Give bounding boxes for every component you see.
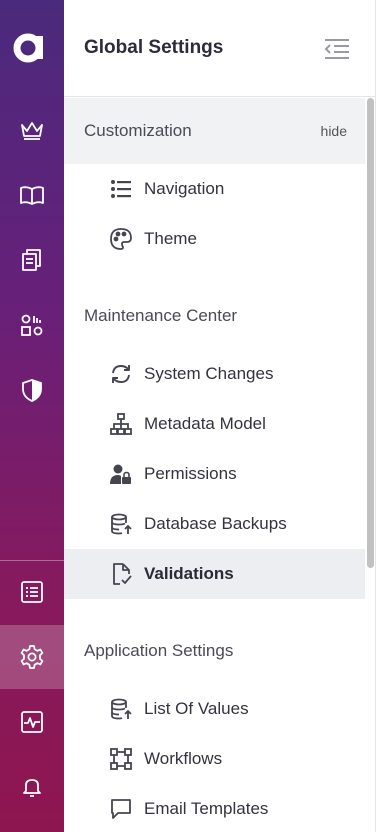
menu-item-workflows[interactable]: Workflows — [64, 734, 365, 784]
menu-item-label: System Changes — [144, 364, 274, 383]
menu-item-label: List Of Values — [144, 699, 249, 718]
section-maintenance-center: Maintenance Center — [64, 283, 365, 349]
app-logo[interactable] — [10, 28, 50, 68]
menu-item-label: Theme — [144, 229, 197, 248]
panel-right-edge — [375, 0, 385, 832]
section-application-settings: Application Settings — [64, 618, 365, 684]
menu-item-label: Permissions — [144, 464, 237, 483]
menu-item-navigation[interactable]: Navigation — [64, 164, 365, 214]
list-bullets-icon — [108, 176, 134, 202]
menu-item-label: Metadata Model — [144, 414, 266, 433]
database-values-icon — [108, 696, 134, 722]
menu-item-permissions[interactable]: Permissions — [64, 449, 365, 499]
database-upload-icon — [108, 511, 134, 537]
menu-item-label: Validations — [144, 564, 234, 583]
menu-item-email-templates[interactable]: Email Templates — [64, 784, 365, 832]
icon-rail — [0, 0, 64, 832]
comment-icon — [108, 796, 134, 822]
sitemap-icon — [108, 411, 134, 437]
gear-icon[interactable] — [0, 625, 64, 689]
page-title: Global Settings — [84, 37, 224, 58]
menu-item-metadata-model[interactable]: Metadata Model — [64, 399, 365, 449]
collapse-menu-icon[interactable] — [322, 36, 352, 62]
scrollbar-thumb[interactable] — [367, 98, 374, 568]
section-customization: Customization hide — [64, 98, 365, 164]
menu-item-label: Email Templates — [144, 799, 269, 818]
shield-icon[interactable] — [0, 358, 64, 422]
section-label: Application Settings — [84, 641, 234, 660]
user-lock-icon — [108, 461, 134, 487]
panel-header: Global Settings — [64, 0, 375, 97]
menu-item-validations[interactable]: Validations — [64, 549, 365, 599]
section-label: Customization — [84, 121, 192, 140]
hide-link[interactable]: hide — [321, 123, 347, 139]
menu-item-label: Workflows — [144, 749, 223, 768]
palette-icon — [108, 226, 134, 252]
workflow-icon — [108, 746, 134, 772]
section-label: Maintenance Center — [84, 306, 238, 325]
pulse-icon[interactable] — [0, 690, 64, 754]
menu-item-label: Navigation — [144, 179, 225, 198]
bell-icon[interactable] — [0, 755, 64, 819]
list-icon[interactable] — [0, 560, 64, 624]
menu-item-label: Database Backups — [144, 514, 287, 533]
menu-item-database-backups[interactable]: Database Backups — [64, 499, 365, 549]
sync-icon — [108, 361, 134, 387]
file-check-icon — [108, 561, 134, 587]
menu-item-theme[interactable]: Theme — [64, 214, 365, 264]
menu-item-system-changes[interactable]: System Changes — [64, 349, 365, 399]
crown-icon[interactable] — [0, 98, 64, 162]
documents-icon[interactable] — [0, 228, 64, 292]
shapes-icon[interactable] — [0, 293, 64, 357]
menu-item-list-of-values[interactable]: List Of Values — [64, 684, 365, 734]
settings-panel: Global Settings Customization hide Navig… — [64, 0, 375, 832]
book-icon[interactable] — [0, 163, 64, 227]
